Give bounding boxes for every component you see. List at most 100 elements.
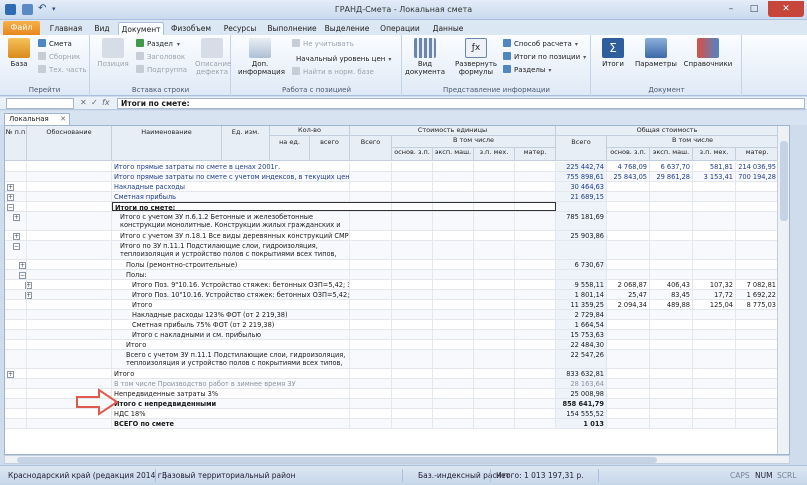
empty-cell[interactable] [433,350,474,368]
empty-cell[interactable] [515,270,556,279]
row-name-cell[interactable]: Полы: [112,270,350,279]
row-name-cell[interactable]: Итого с непредвиденными [112,399,350,408]
empty-cell[interactable] [433,182,474,191]
table-row[interactable]: Итого 22 484,30 [5,340,789,350]
empty-cell[interactable] [474,340,515,349]
cell-reference-field[interactable] [6,98,74,109]
empty-cell[interactable] [515,300,556,309]
row-em-cell[interactable] [650,409,693,418]
empty-cell[interactable] [27,350,112,368]
empty-cell[interactable] [5,419,27,428]
row-name-cell[interactable]: Сметная прибыль [112,192,350,201]
ignore-button[interactable]: Не учитывать [292,39,354,50]
empty-cell[interactable] [474,389,515,398]
row-ozp-cell[interactable] [607,320,650,329]
row-zpm-cell[interactable] [693,419,736,428]
empty-cell[interactable] [350,419,392,428]
row-mat-cell[interactable]: 1 692,22 [736,290,779,299]
row-zpm-cell[interactable] [693,369,736,378]
table-row[interactable]: − Итого по ЗУ п.11.1 Подстилающие слои, г… [5,241,789,260]
row-zpm-cell[interactable] [693,182,736,191]
row-mat-cell[interactable]: 700 194,28 [736,172,779,181]
header-uc-total[interactable]: Всего [350,136,392,161]
row-mat-cell[interactable] [736,192,779,201]
empty-cell[interactable] [474,231,515,240]
row-ozp-cell[interactable] [607,399,650,408]
empty-cell[interactable] [474,270,515,279]
row-total-cell[interactable]: 22 547,26 [556,350,607,368]
row-total-cell[interactable]: 15 753,63 [556,330,607,339]
horizontal-scrollbar[interactable] [4,455,790,464]
vertical-scroll-thumb[interactable] [780,141,788,221]
row-mat-cell[interactable] [736,182,779,191]
row-em-cell[interactable] [650,182,693,191]
empty-cell[interactable] [433,399,474,408]
empty-cell[interactable] [515,241,556,259]
empty-cell[interactable] [433,172,474,181]
empty-cell[interactable] [5,260,27,269]
row-name-cell[interactable]: Итого [112,300,350,309]
table-row[interactable]: + Накладные расходы 30 464,63 [5,182,789,192]
row-em-cell[interactable]: 6 637,70 [650,162,693,171]
defect-description-button[interactable]: Описание дефекта [195,38,231,76]
empty-cell[interactable] [515,290,556,299]
row-em-cell[interactable] [650,399,693,408]
row-total-cell[interactable]: 833 632,81 [556,369,607,378]
vertical-scrollbar[interactable] [777,126,789,454]
empty-cell[interactable] [5,202,27,211]
row-em-cell[interactable] [650,270,693,279]
header-num[interactable]: № п.п [5,126,27,161]
empty-cell[interactable] [515,419,556,428]
row-name-cell[interactable]: В том числе Производство работ в зимнее … [112,379,350,388]
empty-cell[interactable] [433,379,474,388]
empty-cell[interactable] [27,379,112,388]
row-ozp-cell[interactable] [607,260,650,269]
row-total-cell[interactable]: 28 163,64 [556,379,607,388]
empty-cell[interactable] [350,389,392,398]
empty-cell[interactable] [474,399,515,408]
row-ozp-cell[interactable] [607,369,650,378]
sbornik-button[interactable]: Сборник [38,52,80,63]
row-ozp-cell[interactable]: 2 068,87 [607,280,650,289]
row-zpm-cell[interactable]: 581,81 [693,162,736,171]
empty-cell[interactable] [392,280,433,289]
row-zpm-cell[interactable] [693,270,736,279]
row-name-cell[interactable]: НДС 18% [112,409,350,418]
table-row[interactable]: + Итого с учетом ЗУ п.18.1 Все виды дерев… [5,231,789,241]
empty-cell[interactable] [350,379,392,388]
table-row[interactable]: Итого прямые затраты по смете с учетом и… [5,172,789,182]
empty-cell[interactable] [5,340,27,349]
row-total-cell[interactable]: 9 558,11 [556,280,607,289]
empty-cell[interactable] [350,162,392,171]
row-ozp-cell[interactable] [607,182,650,191]
horizontal-scroll-thumb[interactable] [17,457,657,463]
empty-cell[interactable] [5,300,27,309]
cancel-edit-icon[interactable]: ✕ [80,98,87,107]
empty-cell[interactable] [350,409,392,418]
empty-cell[interactable] [392,330,433,339]
row-name-cell[interactable]: Итоги по смете: [112,202,556,211]
empty-cell[interactable] [350,270,392,279]
row-name-cell[interactable]: Итого с учетом ЗУ п.18.1 Все виды деревя… [112,231,350,240]
empty-cell[interactable] [433,320,474,329]
empty-cell[interactable] [474,369,515,378]
row-zpm-cell[interactable] [693,340,736,349]
subgroup-button[interactable]: Подгруппа [136,65,187,76]
empty-cell[interactable] [5,192,27,201]
empty-cell[interactable] [515,212,556,230]
tech-part-button[interactable]: Тех. часть [38,65,87,76]
tab-resources[interactable]: Ресурсы [218,22,262,35]
empty-cell[interactable] [515,399,556,408]
row-total-cell[interactable]: 225 442,74 [556,162,607,171]
row-mat-cell[interactable] [736,340,779,349]
row-zpm-cell[interactable] [693,320,736,329]
row-zpm-cell[interactable] [693,192,736,201]
empty-cell[interactable] [433,340,474,349]
empty-cell[interactable] [392,350,433,368]
row-zpm-cell[interactable] [693,260,736,269]
close-button[interactable]: ✕ [768,1,804,17]
empty-cell[interactable] [474,290,515,299]
row-total-cell[interactable]: 1 664,54 [556,320,607,329]
row-em-cell[interactable] [650,202,693,211]
header-name[interactable]: Наименование [112,126,222,161]
